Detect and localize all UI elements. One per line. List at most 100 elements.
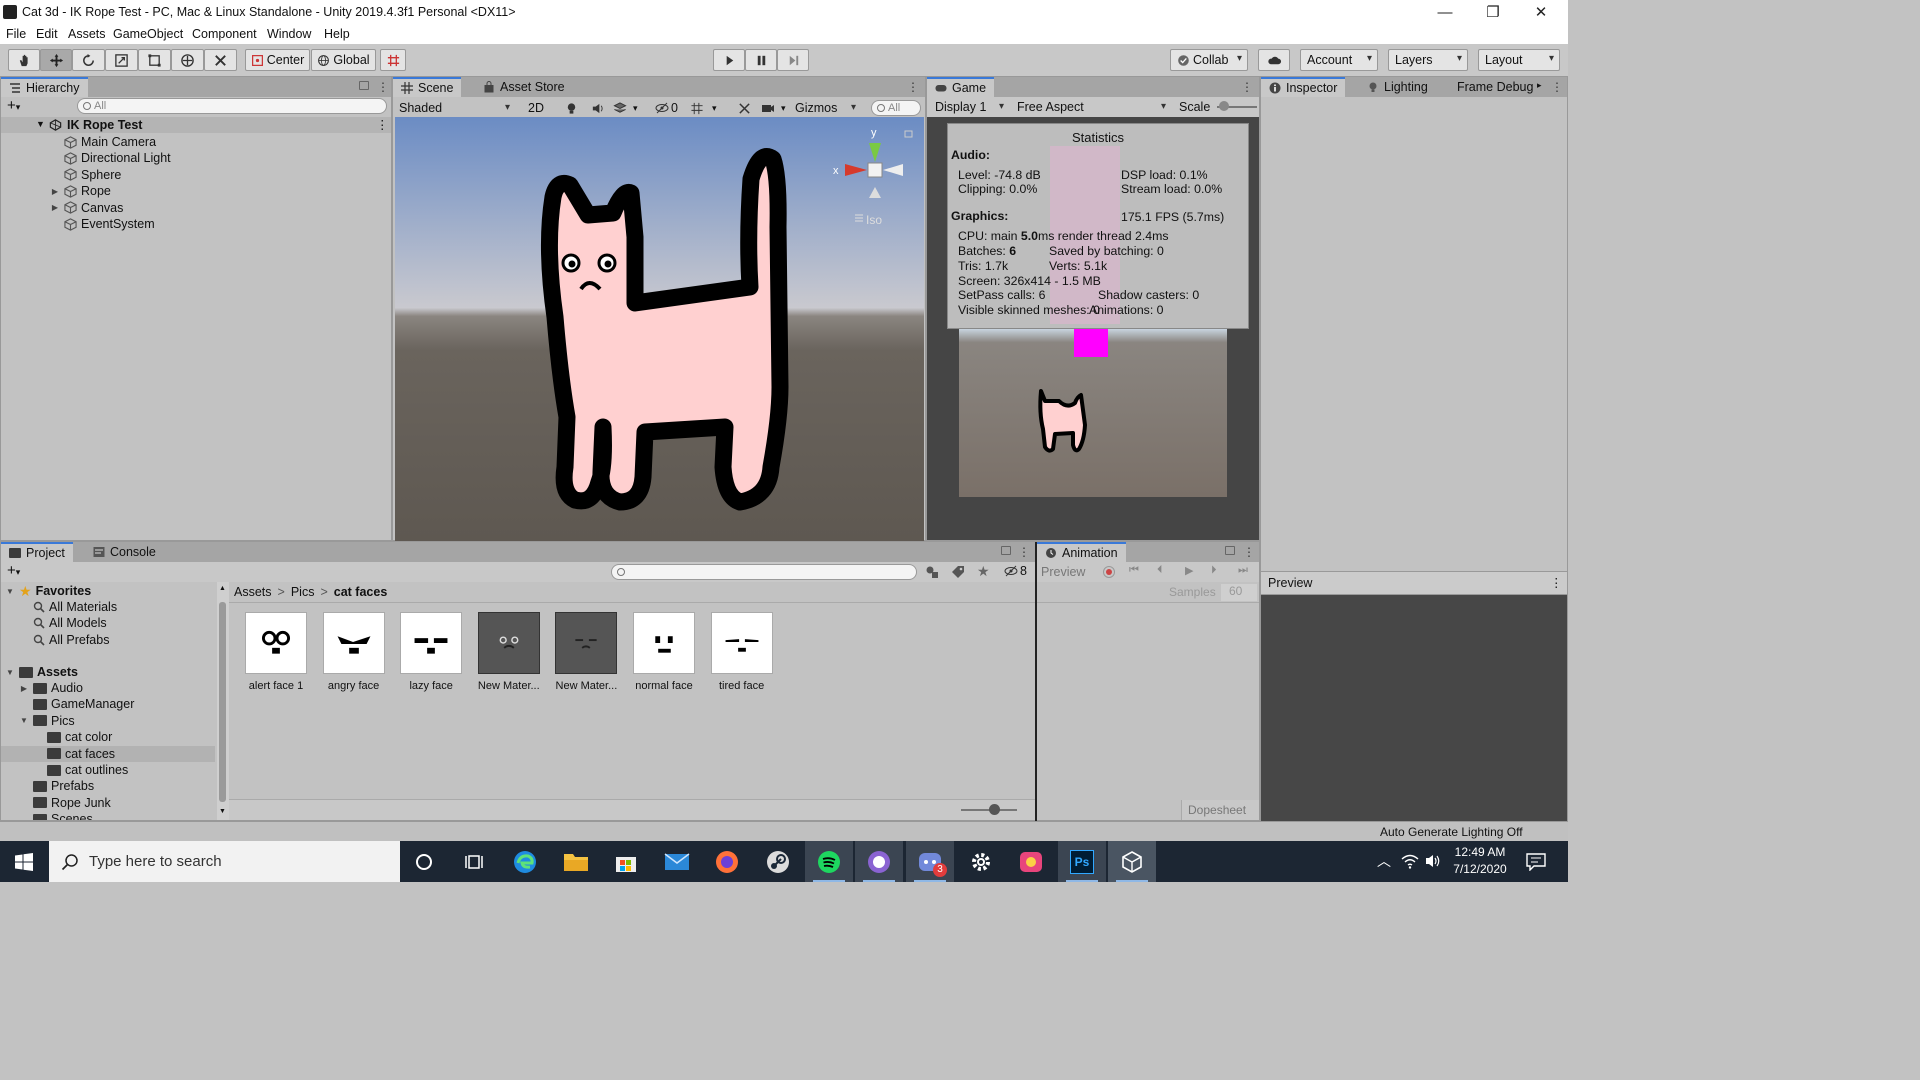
2d-toggle[interactable]: 2D xyxy=(523,99,549,117)
tab-inspector[interactable]: Inspector xyxy=(1261,77,1346,97)
asset-item[interactable]: alert face 1 xyxy=(240,612,312,692)
favorites-row[interactable]: ▼ ★ Favorites xyxy=(1,583,215,599)
task-view-button[interactable] xyxy=(450,841,498,882)
label-tag-icon[interactable] xyxy=(951,565,965,579)
asset-folder-row[interactable]: ▼ Pics xyxy=(1,713,215,729)
fold-closed-icon[interactable]: ▶ xyxy=(19,684,29,693)
restore-button[interactable]: ❐ xyxy=(1470,0,1516,24)
folder-tree-scroll-thumb[interactable] xyxy=(219,602,226,802)
layers-dropdown[interactable]: Layers xyxy=(1388,49,1468,71)
asset-item[interactable]: New Mater... xyxy=(550,612,622,692)
menu-help[interactable]: Help xyxy=(324,27,350,41)
tab-game[interactable]: Game xyxy=(927,77,995,97)
last-key-icon[interactable]: ⏭ xyxy=(1238,564,1248,577)
play-anim-icon[interactable]: ▶ xyxy=(1185,564,1193,577)
edge-taskbar-button[interactable] xyxy=(501,841,549,882)
iso-label[interactable]: Iso xyxy=(866,213,882,227)
hierarchy-item[interactable]: Directional Light xyxy=(1,150,391,166)
hierarchy-menu-icon[interactable]: ⋮ xyxy=(377,80,389,94)
anim-preview-button[interactable]: Preview xyxy=(1041,565,1085,579)
asset-folder-row[interactable]: cat color xyxy=(1,729,215,745)
animation-menu-icon[interactable]: ⋮ xyxy=(1243,545,1255,559)
asset-folder-row[interactable]: Scenes xyxy=(1,811,215,820)
hierarchy-search-input[interactable]: All xyxy=(77,98,387,114)
store-taskbar-button[interactable] xyxy=(602,841,650,882)
project-search-input[interactable] xyxy=(611,564,917,580)
cortana-button[interactable] xyxy=(400,841,448,882)
record-button[interactable] xyxy=(1103,566,1115,578)
scroll-up-icon[interactable]: ▲ xyxy=(219,585,226,592)
spotify-taskbar-button[interactable] xyxy=(805,841,853,882)
favorites-item[interactable]: All Prefabs xyxy=(1,632,215,648)
rect-tool-button[interactable] xyxy=(138,49,171,71)
transform-tool-button[interactable] xyxy=(171,49,204,71)
assets-root-row[interactable]: ▼ Assets xyxy=(1,664,215,680)
custom-tool-button[interactable] xyxy=(204,49,237,71)
account-dropdown[interactable]: Account xyxy=(1300,49,1378,71)
mail-taskbar-button[interactable] xyxy=(653,841,701,882)
unity-taskbar-button[interactable] xyxy=(1108,841,1156,882)
scene-menu-icon[interactable]: ⋮ xyxy=(907,80,919,94)
shading-mode-dropdown[interactable]: Shaded xyxy=(397,99,515,117)
tab-scene[interactable]: Scene xyxy=(393,77,462,97)
asset-item[interactable]: normal face xyxy=(628,612,700,692)
game-viewport[interactable] xyxy=(959,329,1227,497)
file-explorer-taskbar-button[interactable] xyxy=(552,841,600,882)
hidden-packages-toggle[interactable]: 8 xyxy=(1004,564,1027,578)
volume-icon[interactable] xyxy=(1424,853,1442,869)
step-button[interactable] xyxy=(777,49,809,71)
inspector-menu-icon[interactable]: ⋮ xyxy=(1551,80,1563,94)
scene-viewport[interactable]: y x Iso xyxy=(395,117,924,541)
lock-icon[interactable] xyxy=(1001,546,1011,555)
menu-window[interactable]: Window xyxy=(267,27,311,41)
hidden-objects-toggle[interactable]: 0 xyxy=(655,99,685,117)
effects-dropdown[interactable]: ▾ xyxy=(613,99,647,117)
lock-icon[interactable] xyxy=(1225,546,1235,555)
asset-item[interactable]: New Mater... xyxy=(473,612,545,692)
scale-tool-button[interactable] xyxy=(105,49,138,71)
prev-key-icon[interactable]: ⏴ xyxy=(1157,564,1163,577)
rotate-tool-button[interactable] xyxy=(72,49,105,71)
favorites-item[interactable]: All Materials xyxy=(1,599,215,615)
taskbar-clock[interactable]: 12:49 AM 7/12/2020 xyxy=(1450,844,1510,878)
asset-folder-row[interactable]: Rope Junk xyxy=(1,795,215,811)
camera-settings-dropdown[interactable]: ▾ xyxy=(761,99,789,117)
asset-folder-row[interactable]: cat faces xyxy=(1,745,215,762)
project-add-button[interactable]: +▾ xyxy=(7,562,20,579)
asset-item[interactable]: angry face xyxy=(318,612,390,692)
aspect-dropdown[interactable]: Free Aspect xyxy=(1011,98,1171,116)
audio-toggle[interactable] xyxy=(587,99,607,117)
asset-folder-row[interactable]: cat outlines xyxy=(1,762,215,778)
tab-frame-debugger[interactable]: Frame Debug xyxy=(1449,77,1541,97)
cloud-button[interactable] xyxy=(1258,49,1290,71)
tab-console[interactable]: Console xyxy=(85,542,164,562)
collab-dropdown[interactable]: Collab xyxy=(1170,49,1248,71)
scroll-down-icon[interactable]: ▼ xyxy=(219,808,226,815)
grid-snap-button[interactable] xyxy=(380,49,406,71)
scale-slider-handle[interactable] xyxy=(1219,101,1229,111)
steam-taskbar-button[interactable] xyxy=(754,841,802,882)
menu-assets[interactable]: Assets xyxy=(68,27,106,41)
menu-edit[interactable]: Edit xyxy=(36,27,58,41)
menu-component[interactable]: Component xyxy=(192,27,257,41)
wifi-icon[interactable] xyxy=(1401,853,1419,869)
pause-button[interactable] xyxy=(745,49,777,71)
fold-closed-icon[interactable]: ▶ xyxy=(50,187,60,196)
hierarchy-item[interactable]: ▶ Canvas xyxy=(1,200,391,216)
tools-toggle[interactable] xyxy=(735,99,753,117)
hierarchy-add-button[interactable]: +▾ xyxy=(7,97,20,114)
lighting-toggle[interactable] xyxy=(561,99,581,117)
menu-file[interactable]: File xyxy=(6,27,26,41)
show-hidden-icons-chevron[interactable]: ︿ xyxy=(1377,851,1391,871)
asset-folder-row[interactable]: Prefabs xyxy=(1,778,215,794)
fold-open-icon[interactable]: ▼ xyxy=(19,716,29,725)
display-dropdown[interactable]: Display 1 xyxy=(929,98,1009,116)
pivot-center-toggle[interactable]: Center xyxy=(245,49,310,71)
github-taskbar-button[interactable] xyxy=(855,841,903,882)
asset-item[interactable]: lazy face xyxy=(395,612,467,692)
hierarchy-item[interactable]: ▶ Rope xyxy=(1,183,391,199)
photos-taskbar-button[interactable] xyxy=(1007,841,1055,882)
breadcrumb-cat-faces[interactable]: cat faces xyxy=(334,585,388,599)
scene-root-row[interactable]: ▼ IK Rope Test ⋮ xyxy=(1,117,391,133)
icon-size-slider-handle[interactable] xyxy=(989,804,1000,815)
